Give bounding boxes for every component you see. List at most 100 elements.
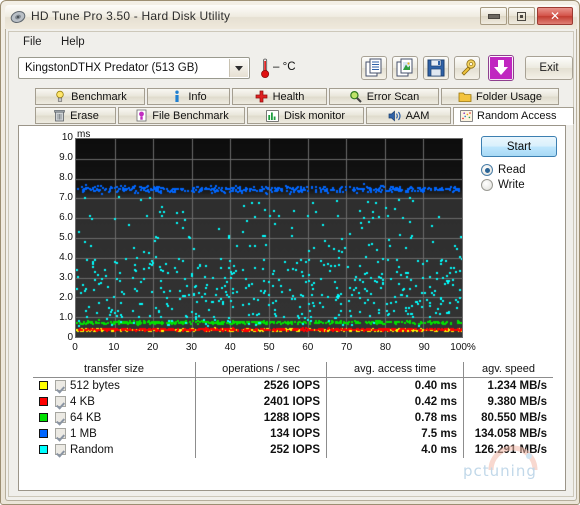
tab-file-benchmark-label: File Benchmark (152, 109, 229, 122)
x-axis-tick: 30 (185, 342, 197, 353)
table-header-row: transfer size operations / sec avg. acce… (33, 362, 553, 378)
row-operations: 134 IOPS (195, 426, 327, 442)
minimize-icon (481, 8, 506, 24)
row-checkbox[interactable] (55, 412, 66, 423)
tab-benchmark[interactable]: Benchmark (35, 88, 145, 105)
menu-bar: File Help (9, 32, 573, 52)
row-size-label: Random (70, 444, 114, 456)
drive-select[interactable]: KingstonDTHX Predator (513 GB) (18, 57, 250, 79)
header-speed: agv. speed (463, 362, 553, 378)
x-axis-tick: 60 (302, 342, 314, 353)
row-checkbox[interactable] (55, 380, 66, 391)
header-operations: operations / sec (195, 362, 327, 378)
thermometer-icon (259, 57, 271, 79)
table-row: 4 KB 2401 IOPS 0.42 ms 9.380 MB/s (33, 394, 553, 410)
close-button[interactable]: ✕ (537, 7, 573, 25)
row-transfer-size[interactable]: Random (33, 442, 196, 458)
x-axis-tick: 90 (418, 342, 430, 353)
settings-icon[interactable] (454, 56, 480, 80)
row-access-time: 0.78 ms (326, 410, 464, 426)
trash-icon (52, 109, 66, 122)
row-size-label: 64 KB (70, 412, 102, 424)
chevron-down-icon[interactable] (229, 59, 248, 77)
y-axis-tick: 6.0 (59, 212, 73, 223)
x-axis-tick: 0 (72, 342, 78, 353)
radio-read-indicator (481, 164, 493, 176)
legend-color-swatch (39, 413, 48, 422)
x-axis-tick: 40 (224, 342, 236, 353)
info-icon (170, 90, 184, 103)
tab-health[interactable]: Health (232, 88, 327, 105)
legend-color-swatch (39, 445, 48, 454)
exit-button-label: Exit (539, 62, 559, 74)
minimize-button[interactable] (480, 7, 507, 25)
radio-read[interactable]: Read (481, 164, 526, 176)
y-axis-tick: 2.0 (59, 292, 73, 303)
save-icon[interactable] (423, 56, 449, 80)
y-axis-tick: 1.0 (59, 312, 73, 323)
y-axis-tick: 7.0 (59, 192, 73, 203)
legend-color-swatch (39, 429, 48, 438)
copy-image-icon[interactable] (392, 56, 418, 80)
window-title: HD Tune Pro 3.50 - Hard Disk Utility (31, 9, 231, 23)
tab-erase[interactable]: Erase (35, 107, 116, 124)
magnifier-icon (349, 90, 363, 103)
tab-disk-monitor-label: Disk monitor (283, 109, 346, 122)
menu-file-label: File (23, 36, 42, 48)
radio-write-indicator (481, 179, 493, 191)
table-row: Random 252 IOPS 4.0 ms 126.291 MB/s (33, 442, 553, 458)
title-bar[interactable]: HD Tune Pro 3.50 - Hard Disk Utility ✕ (5, 5, 577, 29)
x-axis-tick: 50 (263, 342, 275, 353)
menu-help[interactable]: Help (55, 35, 91, 49)
copy-text-icon[interactable] (361, 56, 387, 80)
folder-icon (458, 90, 472, 103)
toolbar: KingstonDTHX Predator (513 GB) – °C Exit (9, 52, 573, 88)
row-operations: 1288 IOPS (195, 410, 327, 426)
y-axis-tick: 3.0 (59, 272, 73, 283)
client-area: File Help KingstonDTHX Predator (513 GB) (5, 29, 577, 501)
y-axis-tick: 10 (61, 132, 73, 143)
tab-strip: Benchmark Info Health Error Scan Folder … (9, 88, 574, 125)
table-row: 1 MB 134 IOPS 7.5 ms 134.058 MB/s (33, 426, 553, 442)
y-axis-tick: 4.0 (59, 252, 73, 263)
maximize-button[interactable] (508, 7, 535, 25)
row-operations: 2401 IOPS (195, 394, 327, 410)
legend-color-swatch (39, 381, 48, 390)
x-axis-tick: 10 (108, 342, 120, 353)
table-row: 64 KB 1288 IOPS 0.78 ms 80.550 MB/s (33, 410, 553, 426)
watermark-text: pctuning (463, 462, 537, 480)
tab-info-label: Info (188, 90, 207, 103)
radio-write[interactable]: Write (481, 179, 525, 191)
row-transfer-size[interactable]: 1 MB (33, 426, 196, 442)
row-speed: 134.058 MB/s (463, 426, 553, 442)
tab-disk-monitor[interactable]: Disk monitor (247, 107, 364, 124)
row-checkbox[interactable] (55, 444, 66, 455)
row-size-label: 1 MB (70, 428, 97, 440)
tab-aam[interactable]: AAM (366, 107, 451, 124)
tab-error-scan[interactable]: Error Scan (329, 88, 439, 105)
row-transfer-size[interactable]: 4 KB (33, 394, 196, 410)
row-checkbox[interactable] (55, 396, 66, 407)
maximize-icon (509, 8, 534, 24)
x-axis-tick: 80 (379, 342, 391, 353)
start-button[interactable]: Start (481, 136, 557, 157)
tab-folder-usage[interactable]: Folder Usage (441, 88, 559, 105)
row-transfer-size[interactable]: 64 KB (33, 410, 196, 426)
tab-folder-usage-label: Folder Usage (475, 90, 543, 103)
row-access-time: 0.42 ms (326, 394, 464, 410)
tab-file-benchmark[interactable]: File Benchmark (118, 107, 245, 124)
drive-select-value: KingstonDTHX Predator (513 GB) (25, 62, 199, 74)
tab-info[interactable]: Info (147, 88, 230, 105)
row-transfer-size[interactable]: 512 bytes (33, 378, 196, 395)
temperature-value: – °C (273, 61, 296, 73)
tab-benchmark-label: Benchmark (71, 90, 127, 103)
row-checkbox[interactable] (55, 428, 66, 439)
tab-random-access[interactable]: Random Access (453, 107, 574, 125)
row-size-label: 512 bytes (70, 380, 120, 392)
menu-file[interactable]: File (17, 35, 48, 49)
tab-random-access-label: Random Access (477, 110, 557, 122)
exit-button[interactable]: Exit (525, 56, 573, 80)
x-axis-tick: 100% (450, 342, 476, 353)
update-icon[interactable] (488, 55, 514, 81)
row-speed: 9.380 MB/s (463, 394, 553, 410)
